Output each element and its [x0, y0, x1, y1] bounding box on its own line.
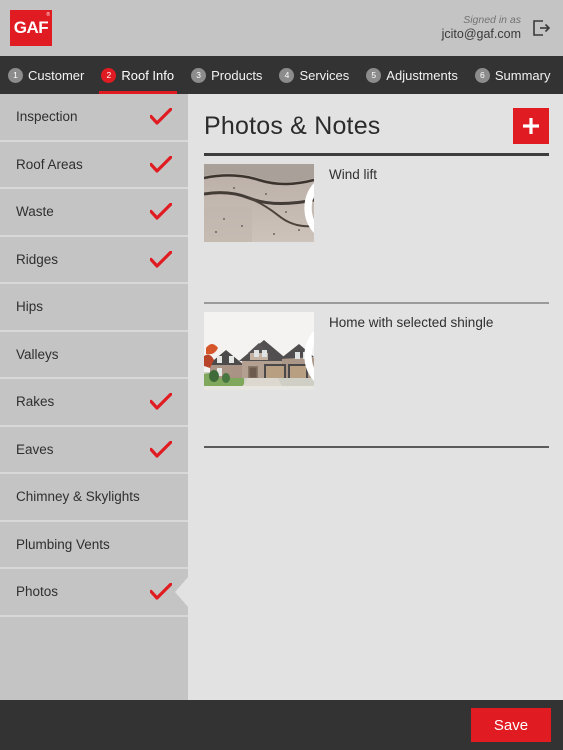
add-photo-button[interactable] — [513, 108, 549, 144]
step-number: 4 — [279, 67, 295, 83]
logo-text: GAF — [13, 18, 49, 37]
sidebar-item-label: Inspection — [16, 109, 78, 125]
sidebar-item-roof-areas[interactable]: Roof Areas — [0, 142, 188, 189]
app-header: GAF ® Signed in as jcito@gaf.com — [0, 0, 563, 56]
step-label: Adjustments — [386, 67, 458, 83]
checkmark-icon — [149, 107, 173, 125]
photo-caption: Home with selected shingle — [329, 315, 494, 330]
sidebar-item-valleys[interactable]: Valleys — [0, 332, 188, 379]
sidebar-item-label: Plumbing Vents — [16, 536, 110, 552]
registered-mark: ® — [46, 12, 50, 18]
sidebar-item-photos[interactable]: Photos — [0, 569, 188, 617]
bottom-bar: Save — [0, 700, 563, 750]
signed-in-area: Signed in as jcito@gaf.com — [442, 14, 551, 43]
content-area: Inspection Roof Areas Waste Ridges Hips Valle… — [0, 94, 563, 700]
sidebar-item-ridges[interactable]: Ridges — [0, 237, 188, 284]
sign-out-arrow-icon[interactable] — [531, 18, 551, 38]
checkmark-icon — [149, 440, 173, 458]
sidebar-item-hips[interactable]: Hips — [0, 284, 188, 332]
step-number: 1 — [8, 67, 23, 83]
sidebar-item-label: Valleys — [16, 346, 59, 362]
main-header: Photos & Notes — [204, 94, 549, 150]
user-email: jcito@gaf.com — [441, 26, 521, 41]
sidebar-item-label: Chimney & Skylights — [16, 489, 140, 505]
main-panel: Photos & Notes Wind lift Home with selec… — [188, 94, 563, 700]
sidebar-item-inspection[interactable]: Inspection — [0, 94, 188, 142]
step-tab-customer[interactable]: 1 Customer — [0, 56, 93, 94]
sidebar: Inspection Roof Areas Waste Ridges Hips Valle… — [0, 94, 188, 700]
step-tab-adjustments[interactable]: 5 Adjustments — [358, 56, 467, 94]
close-circle-icon[interactable] — [287, 169, 314, 234]
sidebar-item-label: Waste — [16, 204, 54, 220]
step-tab-summary[interactable]: 6 Summary — [467, 56, 560, 94]
sidebar-item-waste[interactable]: Waste — [0, 189, 188, 237]
sidebar-item-rakes[interactable]: Rakes — [0, 379, 188, 427]
photo-entry: Home with selected shingle — [204, 304, 549, 390]
checkmark-icon — [149, 250, 173, 268]
step-number: 5 — [366, 67, 382, 83]
checkmark-icon — [149, 155, 173, 173]
step-number: 2 — [101, 67, 117, 83]
step-label: Summary — [494, 67, 551, 83]
photo-entry: Wind lift — [204, 156, 549, 242]
sidebar-item-label: Roof Areas — [16, 156, 83, 172]
page-title: Photos & Notes — [204, 111, 381, 140]
sidebar-item-label: Ridges — [16, 251, 59, 267]
step-tab-services[interactable]: 4 Services — [271, 56, 358, 94]
step-tab-roof-info[interactable]: 2 Roof Info — [93, 56, 183, 94]
plus-icon — [521, 116, 541, 136]
sidebar-item-eaves[interactable]: Eaves — [0, 427, 188, 474]
selected-indicator — [175, 575, 188, 608]
app-root: GAF ® Signed in as jcito@gaf.com 1 Custom… — [0, 0, 563, 750]
sidebar-item-label: Rakes — [16, 394, 55, 410]
step-label: Products — [211, 67, 263, 83]
step-tab-products[interactable]: 3 Products — [183, 56, 271, 94]
sidebar-item-plumbing-vents[interactable]: Plumbing Vents — [0, 522, 188, 569]
sidebar-item-label: Photos — [16, 584, 59, 600]
close-circle-icon[interactable] — [287, 317, 314, 382]
sidebar-item-label: Eaves — [16, 441, 54, 457]
step-label: Roof Info — [121, 67, 175, 83]
step-navigation: 1 Customer 2 Roof Info 3 Products 4 Services 5 Ad… — [0, 56, 563, 94]
signed-in-label: Signed in as — [463, 13, 521, 26]
step-label: Customer — [28, 67, 85, 83]
photo-thumbnail[interactable] — [204, 312, 314, 390]
signed-in-text: Signed in as jcito@gaf.com — [442, 14, 521, 43]
checkmark-icon — [149, 202, 173, 220]
sidebar-item-label: Hips — [16, 299, 44, 315]
photo-row: Home with selected shingle — [204, 302, 549, 448]
sidebar-item-chimney-skylights[interactable]: Chimney & Skylights — [0, 474, 188, 522]
checkmark-icon — [149, 392, 173, 410]
photo-caption: Wind lift — [329, 167, 378, 182]
save-button[interactable]: Save — [471, 708, 551, 742]
step-number: 3 — [191, 67, 207, 83]
gaf-logo: GAF ® — [10, 10, 52, 46]
checkmark-icon — [149, 582, 173, 600]
photo-row: Wind lift — [204, 156, 549, 302]
photo-thumbnail[interactable] — [204, 164, 314, 242]
step-number: 6 — [474, 67, 490, 83]
step-label: Services — [299, 67, 350, 83]
